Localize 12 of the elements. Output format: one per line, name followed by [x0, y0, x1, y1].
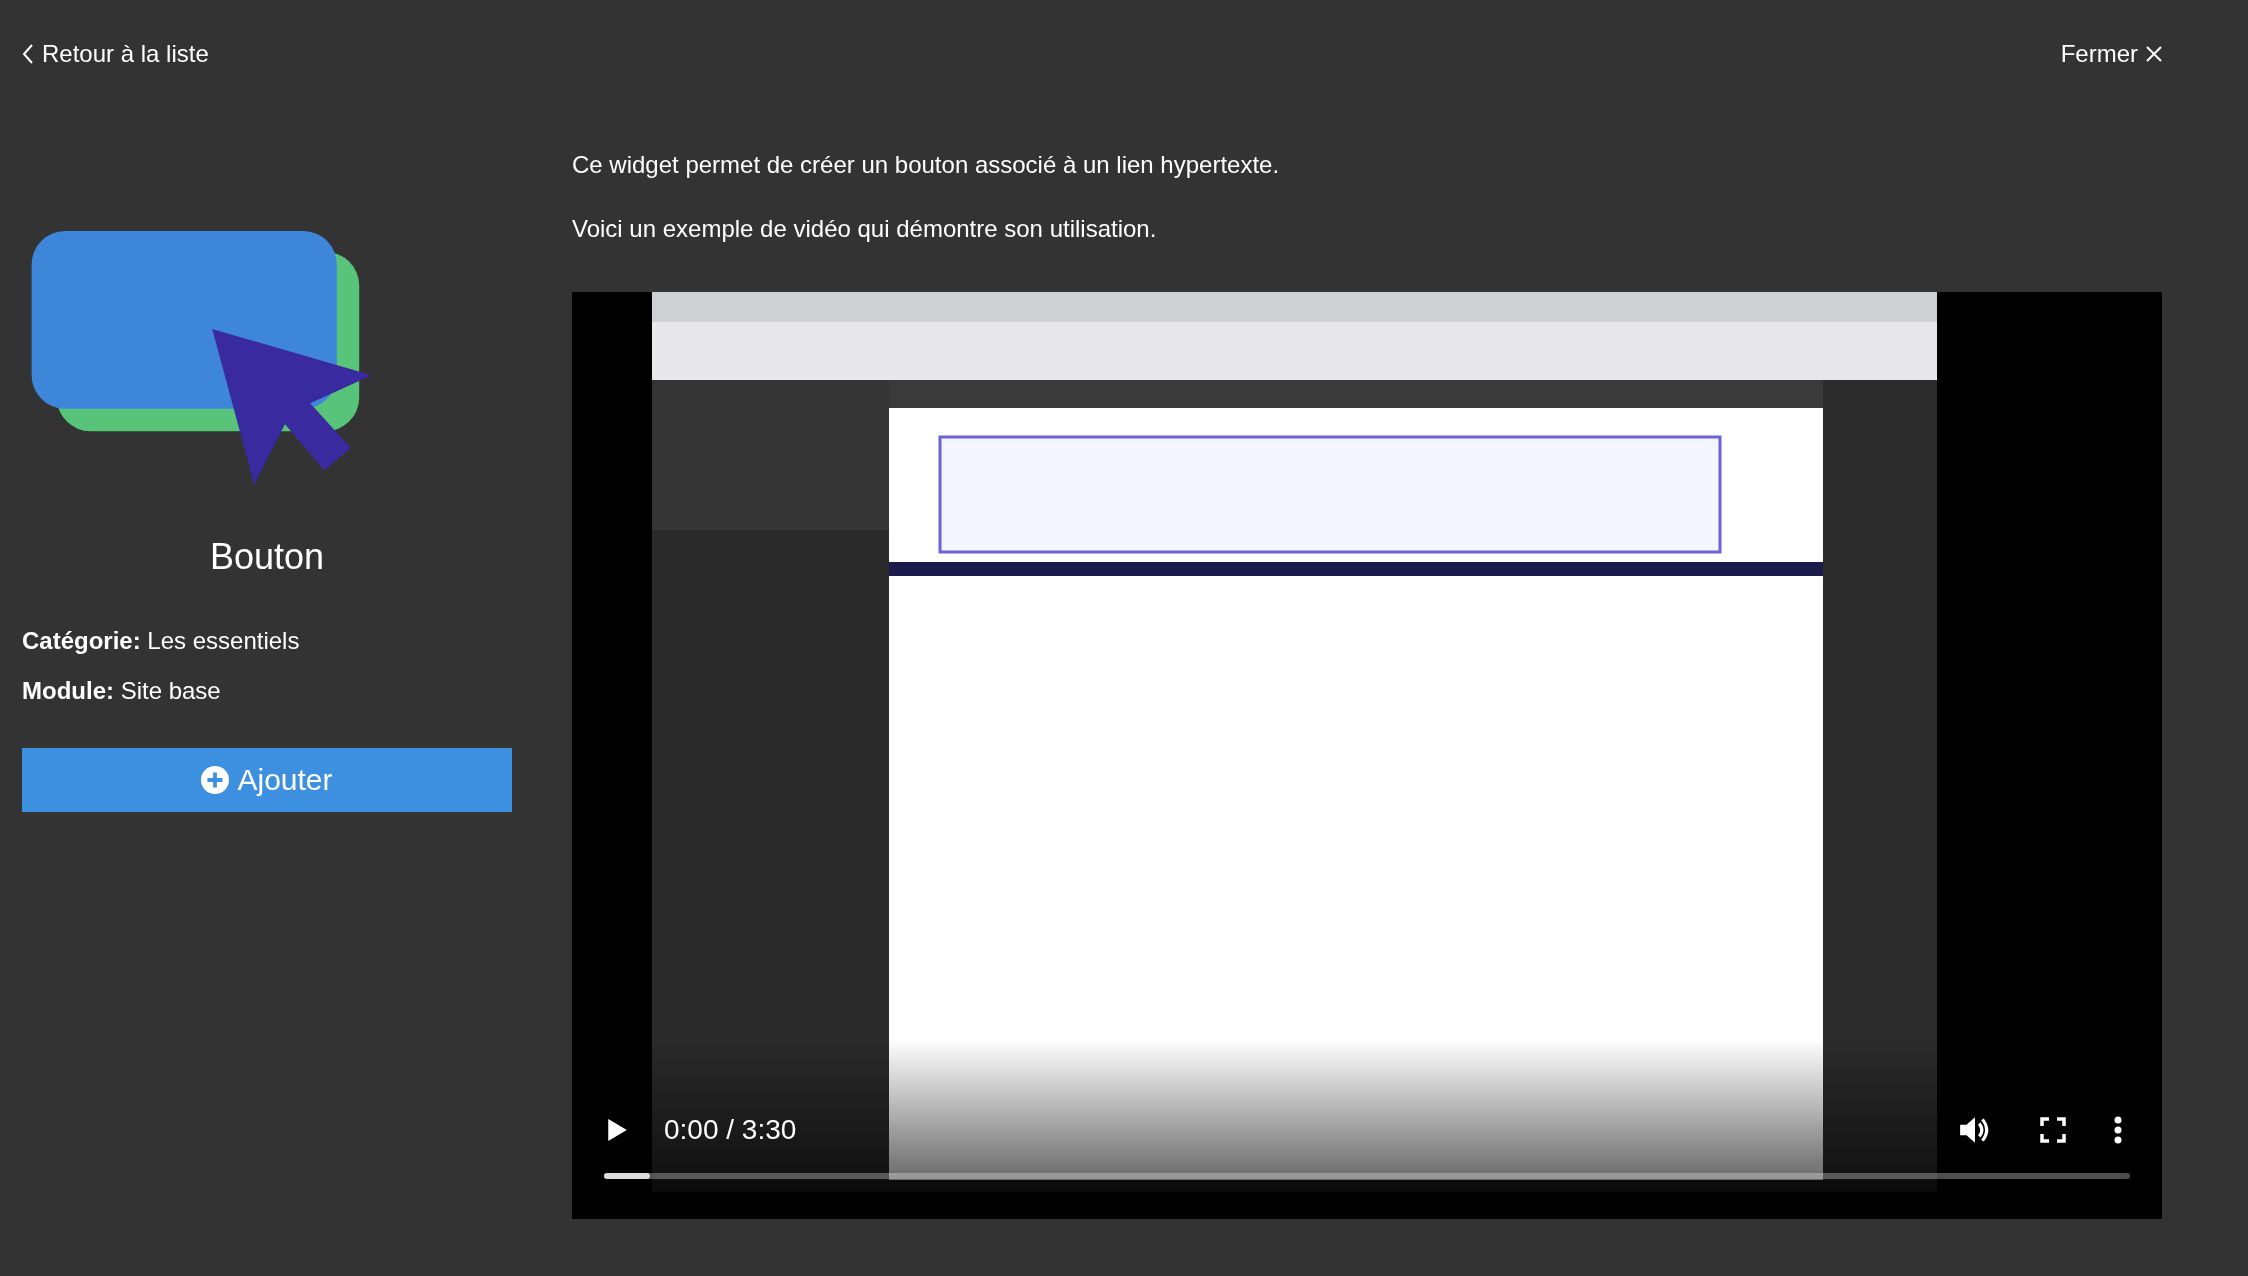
widget-title: Bouton: [208, 536, 326, 578]
close-link[interactable]: Fermer: [2060, 40, 2162, 68]
plus-circle-icon: [201, 766, 230, 794]
description-text: Voici un exemple de vidéo qui démontre son utilisation.: [572, 214, 1158, 244]
back-link[interactable]: Retour à la liste: [22, 40, 209, 68]
meta-text: Module: Site base: [22, 676, 222, 706]
description-text: Ce widget permet de créer un bouton associé à un lien hypertexte.: [572, 150, 1281, 180]
close-icon: [2146, 46, 2162, 62]
meta-text: Catégorie: Les essentiels: [22, 626, 301, 656]
chevron-left-icon: [22, 44, 34, 64]
video-time: 0:00 / 3:30: [664, 1114, 797, 1146]
progress-bar[interactable]: [604, 1173, 2130, 1179]
